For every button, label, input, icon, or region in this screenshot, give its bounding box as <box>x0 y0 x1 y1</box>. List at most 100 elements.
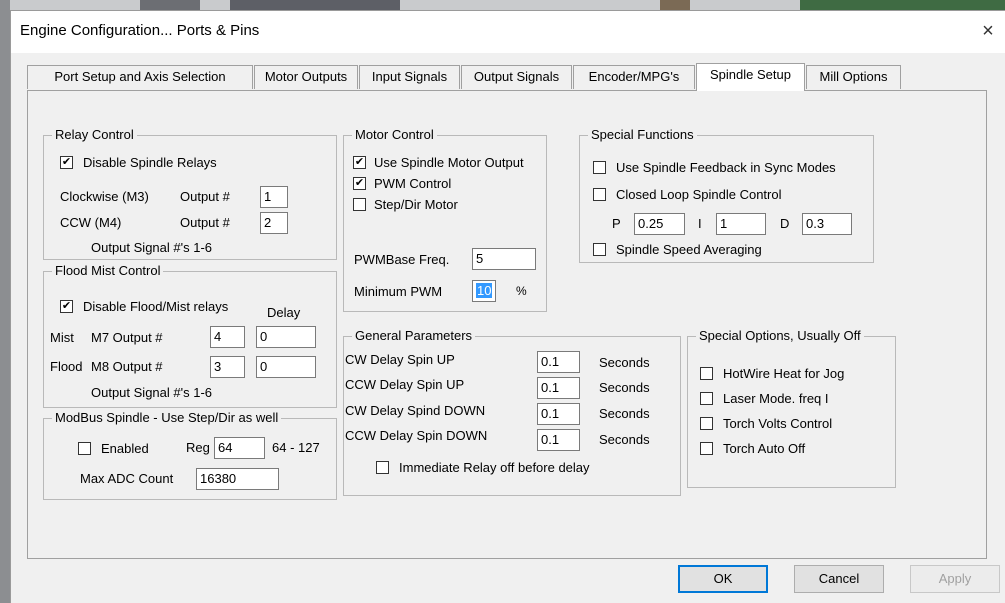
torch-volts-label: Torch Volts Control <box>723 416 833 431</box>
step-dir-motor-label: Step/Dir Motor <box>374 197 458 212</box>
tab-mill-options[interactable]: Mill Options <box>806 65 901 89</box>
m8-output-label: M8 Output # <box>91 359 163 374</box>
use-spindle-motor-checkbox[interactable]: ✔ <box>353 156 366 169</box>
cw-spin-down-unit: Seconds <box>599 406 650 421</box>
flood-mist-group: Flood Mist Control ✔ Disable Flood/Mist … <box>43 263 337 408</box>
disable-spindle-relays-checkbox[interactable]: ✔ <box>60 156 73 169</box>
torch-auto-off-checkbox[interactable] <box>700 442 713 455</box>
modbus-enabled-label: Enabled <box>101 441 149 456</box>
motor-control-legend: Motor Control <box>352 127 437 142</box>
hotwire-heat-checkbox[interactable] <box>700 367 713 380</box>
d-gain-field[interactable]: 0.3 <box>802 213 852 235</box>
laser-mode-label: Laser Mode. freq I <box>723 391 829 406</box>
motor-control-group: Motor Control ✔ Use Spindle Motor Output… <box>343 127 547 312</box>
tab-output-signals[interactable]: Output Signals <box>461 65 572 89</box>
general-parameters-legend: General Parameters <box>352 328 476 343</box>
i-gain-field[interactable]: 1 <box>716 213 766 235</box>
cw-spin-down-field[interactable]: 0.1 <box>537 403 580 425</box>
relay-output-note: Output Signal #'s 1-6 <box>91 240 212 255</box>
i-label: I <box>698 216 702 231</box>
special-options-group: Special Options, Usually Off HotWire Hea… <box>687 328 896 488</box>
apply-button[interactable]: Apply <box>910 565 1000 593</box>
flood-output-field[interactable]: 3 <box>210 356 245 378</box>
ccw-spin-up-field[interactable]: 0.1 <box>537 377 580 399</box>
torch-auto-off-label: Torch Auto Off <box>723 441 806 456</box>
cw-spin-up-field[interactable]: 0.1 <box>537 351 580 373</box>
checkmark-icon: ✔ <box>354 177 365 189</box>
minimum-pwm-label: Minimum PWM <box>354 284 443 299</box>
tab-input-signals[interactable]: Input Signals <box>359 65 460 89</box>
cw-m3-label: Clockwise (M3) <box>60 189 149 204</box>
reg-field[interactable]: 64 <box>214 437 265 459</box>
background-window-strip <box>0 0 1005 10</box>
checkmark-icon: ✔ <box>61 156 72 168</box>
spindle-speed-averaging-checkbox[interactable] <box>593 243 606 256</box>
flood-label: Flood <box>50 359 83 374</box>
tab-port-setup[interactable]: Port Setup and Axis Selection <box>27 65 253 89</box>
ccw-spin-up-unit: Seconds <box>599 380 650 395</box>
flood-delay-field[interactable]: 0 <box>256 356 316 378</box>
reg-label: Reg <box>186 440 210 455</box>
ccw-spin-up-label: CCW Delay Spin UP <box>345 377 465 392</box>
mist-label: Mist <box>50 330 74 345</box>
max-adc-label: Max ADC Count <box>80 471 174 486</box>
spindle-feedback-sync-label: Use Spindle Feedback in Sync Modes <box>616 160 836 175</box>
disable-flood-mist-label: Disable Flood/Mist relays <box>83 299 229 314</box>
pwm-control-checkbox[interactable]: ✔ <box>353 177 366 190</box>
tab-encoder-mpg[interactable]: Encoder/MPG's <box>573 65 695 89</box>
checkmark-icon: ✔ <box>61 300 72 312</box>
engine-configuration-dialog: Engine Configuration... Ports & Pins × P… <box>10 10 1005 603</box>
cw-output-field[interactable]: 1 <box>260 186 288 208</box>
p-gain-field[interactable]: 0.25 <box>634 213 685 235</box>
minimum-pwm-unit: % <box>516 284 527 298</box>
relay-control-group: Relay Control ✔ Disable Spindle Relays C… <box>43 127 337 260</box>
immediate-relay-checkbox[interactable] <box>376 461 389 474</box>
mist-output-field[interactable]: 4 <box>210 326 245 348</box>
tab-motor-outputs[interactable]: Motor Outputs <box>254 65 358 89</box>
reg-range-label: 64 - 127 <box>272 440 320 455</box>
flood-mist-legend: Flood Mist Control <box>52 263 164 278</box>
closed-loop-checkbox[interactable] <box>593 188 606 201</box>
modbus-spindle-group: ModBus Spindle - Use Step/Dir as well En… <box>43 410 337 500</box>
max-adc-field[interactable]: 16380 <box>196 468 279 490</box>
window-title: Engine Configuration... Ports & Pins <box>20 22 260 39</box>
laser-mode-checkbox[interactable] <box>700 392 713 405</box>
ccw-output-field[interactable]: 2 <box>260 212 288 234</box>
ok-button[interactable]: OK <box>678 565 768 593</box>
ccw-spin-down-label: CCW Delay Spin DOWN <box>345 428 488 443</box>
immediate-relay-label: Immediate Relay off before delay <box>399 460 590 475</box>
minimum-pwm-field[interactable]: 10 <box>472 280 496 302</box>
background-left-strip <box>0 0 10 603</box>
mist-delay-field[interactable]: 0 <box>256 326 316 348</box>
closed-loop-label: Closed Loop Spindle Control <box>616 187 782 202</box>
cancel-button[interactable]: Cancel <box>794 565 884 593</box>
close-icon[interactable]: × <box>975 18 1001 44</box>
p-label: P <box>612 216 621 231</box>
checkmark-icon: ✔ <box>354 156 365 168</box>
step-dir-motor-checkbox[interactable] <box>353 198 366 211</box>
pwm-base-field[interactable]: 5 <box>472 248 536 270</box>
cw-spin-up-unit: Seconds <box>599 355 650 370</box>
cw-spin-up-label: CW Delay Spin UP <box>345 352 455 367</box>
relay-control-legend: Relay Control <box>52 127 137 142</box>
special-functions-legend: Special Functions <box>588 127 697 142</box>
ccw-spin-down-unit: Seconds <box>599 432 650 447</box>
spindle-feedback-sync-checkbox[interactable] <box>593 161 606 174</box>
spindle-speed-averaging-label: Spindle Speed Averaging <box>616 242 762 257</box>
disable-spindle-relays-label: Disable Spindle Relays <box>83 155 217 170</box>
general-parameters-group: General Parameters CW Delay Spin UP 0.1 … <box>343 328 681 496</box>
special-functions-group: Special Functions Use Spindle Feedback i… <box>579 127 874 263</box>
cw-spin-down-label: CW Delay Spind DOWN <box>345 403 486 418</box>
disable-flood-mist-checkbox[interactable]: ✔ <box>60 300 73 313</box>
flood-output-note: Output Signal #'s 1-6 <box>91 385 212 400</box>
modbus-enabled-checkbox[interactable] <box>78 442 91 455</box>
ccw-m4-label: CCW (M4) <box>60 215 122 230</box>
torch-volts-checkbox[interactable] <box>700 417 713 430</box>
tab-spindle-setup[interactable]: Spindle Setup <box>696 63 805 91</box>
hotwire-heat-label: HotWire Heat for Jog <box>723 366 845 381</box>
spindle-setup-panel: Relay Control ✔ Disable Spindle Relays C… <box>27 90 987 559</box>
pwm-base-label: PWMBase Freq. <box>354 252 450 267</box>
title-bar: Engine Configuration... Ports & Pins × <box>11 11 1005 53</box>
m7-output-label: M7 Output # <box>91 330 163 345</box>
ccw-spin-down-field[interactable]: 0.1 <box>537 429 580 451</box>
